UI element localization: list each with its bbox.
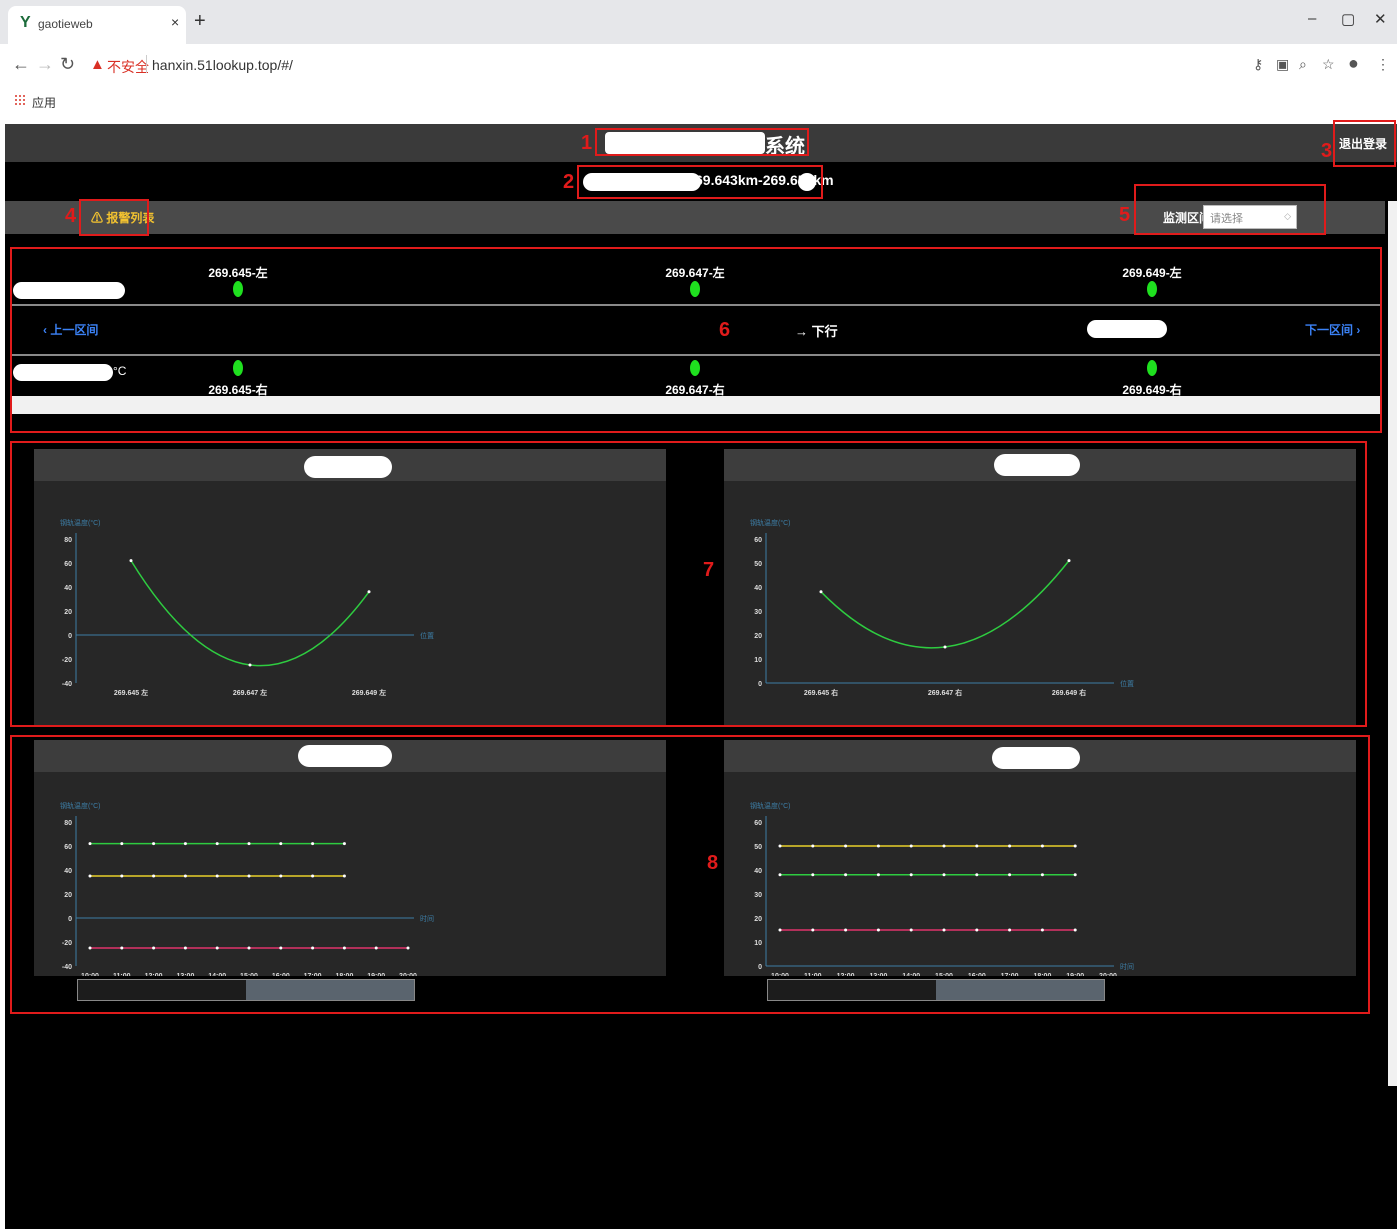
- menu-kebab-icon[interactable]: ⋮: [1376, 56, 1390, 73]
- annotation-4: 4: [65, 205, 77, 227]
- bookmark-apps[interactable]: 应用: [32, 94, 56, 111]
- apps-grid-icon[interactable]: [14, 94, 26, 106]
- annotation-3: 3: [1321, 140, 1333, 162]
- translate-icon[interactable]: ▣: [1276, 56, 1289, 73]
- annotation-box-3: [1333, 120, 1396, 167]
- site-favicon-icon: Y: [20, 14, 31, 31]
- annotation-box-8: [10, 735, 1370, 1014]
- browser-tab[interactable]: Y gaotieweb ×: [8, 6, 186, 44]
- annotation-box-2: [577, 165, 823, 199]
- annotation-box-6: [10, 247, 1382, 433]
- web-page: 系统 退出登录 69.643km-269.651km ⚠ 报警列表 监测区间 请…: [5, 120, 1397, 1229]
- reload-icon[interactable]: ↻: [60, 54, 75, 74]
- bookmarks-bar: 应用: [0, 84, 1397, 124]
- forward-arrow-icon[interactable]: →: [36, 54, 54, 74]
- browser-toolbar: ← → ↻ ▲ 不安全 hanxin.51lookup.top/#/ ⚷ ▣ ⌕…: [0, 44, 1397, 84]
- insecure-label[interactable]: 不安全: [107, 57, 149, 77]
- warning-icon: ▲: [90, 56, 105, 73]
- page-scrollbar[interactable]: [1388, 201, 1397, 1086]
- annotation-8: 8: [707, 852, 719, 874]
- screenshot-root: Y gaotieweb × + – ▢ ✕ ← → ↻ ▲ 不安全 hanxin…: [0, 0, 1397, 1229]
- star-icon[interactable]: ☆: [1322, 56, 1335, 73]
- annotation-box-4: [79, 199, 149, 236]
- new-tab-button[interactable]: +: [194, 10, 206, 32]
- maximize-icon[interactable]: ▢: [1341, 10, 1355, 28]
- annotation-6: 6: [719, 319, 731, 341]
- annotation-7: 7: [703, 559, 715, 581]
- profile-icon[interactable]: ●: [1348, 53, 1359, 74]
- browser-tabstrip: Y gaotieweb × + – ▢ ✕: [0, 0, 1397, 44]
- back-arrow-icon[interactable]: ←: [12, 54, 30, 74]
- annotation-box-7: [10, 441, 1367, 727]
- minimize-icon[interactable]: –: [1308, 10, 1316, 27]
- tab-close-icon[interactable]: ×: [171, 14, 179, 30]
- annotation-5: 5: [1119, 204, 1131, 226]
- annotation-box-1: [595, 128, 809, 156]
- annotation-1: 1: [581, 132, 593, 154]
- key-icon[interactable]: ⚷: [1253, 56, 1263, 73]
- annotation-2: 2: [563, 171, 575, 193]
- annotation-box-5: [1134, 184, 1326, 235]
- url-separator: [146, 55, 147, 73]
- zoom-icon[interactable]: ⌕: [1299, 56, 1307, 73]
- tab-title: gaotieweb: [38, 17, 93, 31]
- window-close-icon[interactable]: ✕: [1374, 10, 1387, 28]
- address-bar[interactable]: hanxin.51lookup.top/#/: [152, 57, 293, 73]
